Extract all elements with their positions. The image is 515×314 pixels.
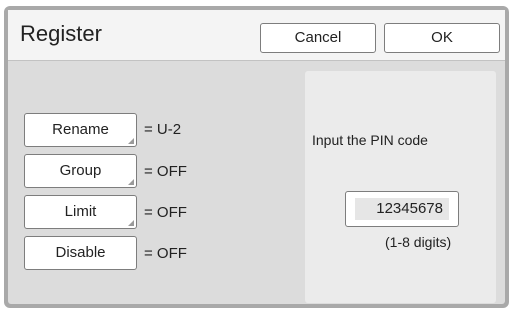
cancel-button[interactable]: Cancel bbox=[260, 23, 376, 53]
pin-hint: (1-8 digits) bbox=[385, 234, 452, 250]
dialog-header: Register Cancel OK bbox=[8, 10, 505, 61]
limit-button[interactable]: Limit bbox=[24, 195, 137, 229]
dialog-title: Register bbox=[20, 21, 102, 46]
limit-value: = OFF bbox=[144, 204, 187, 221]
group-value: = OFF bbox=[144, 163, 187, 180]
corner-indicator-icon bbox=[128, 179, 134, 185]
rename-button-label: Rename bbox=[52, 121, 109, 138]
disable-button[interactable]: Disable bbox=[24, 236, 137, 270]
pin-panel: Input the PIN code 12345678 (1-8 digits) bbox=[305, 71, 496, 303]
group-button[interactable]: Group bbox=[24, 154, 137, 188]
register-dialog: Register Cancel OK Rename = U-2 Group = … bbox=[8, 10, 505, 304]
limit-button-label: Limit bbox=[64, 203, 97, 220]
pin-prompt: Input the PIN code bbox=[312, 132, 428, 148]
pin-input-value: 12345678 bbox=[355, 198, 449, 220]
dialog-body: Rename = U-2 Group = OFF Limit = OFF Dis… bbox=[8, 61, 505, 304]
disable-value: = OFF bbox=[144, 245, 187, 262]
pin-input[interactable]: 12345678 bbox=[345, 191, 459, 227]
rename-button[interactable]: Rename bbox=[24, 113, 137, 147]
disable-button-label: Disable bbox=[55, 244, 106, 261]
ok-button[interactable]: OK bbox=[384, 23, 500, 53]
group-button-label: Group bbox=[59, 162, 102, 179]
rename-value: = U-2 bbox=[144, 121, 182, 138]
corner-indicator-icon bbox=[128, 220, 134, 226]
corner-indicator-icon bbox=[128, 138, 134, 144]
